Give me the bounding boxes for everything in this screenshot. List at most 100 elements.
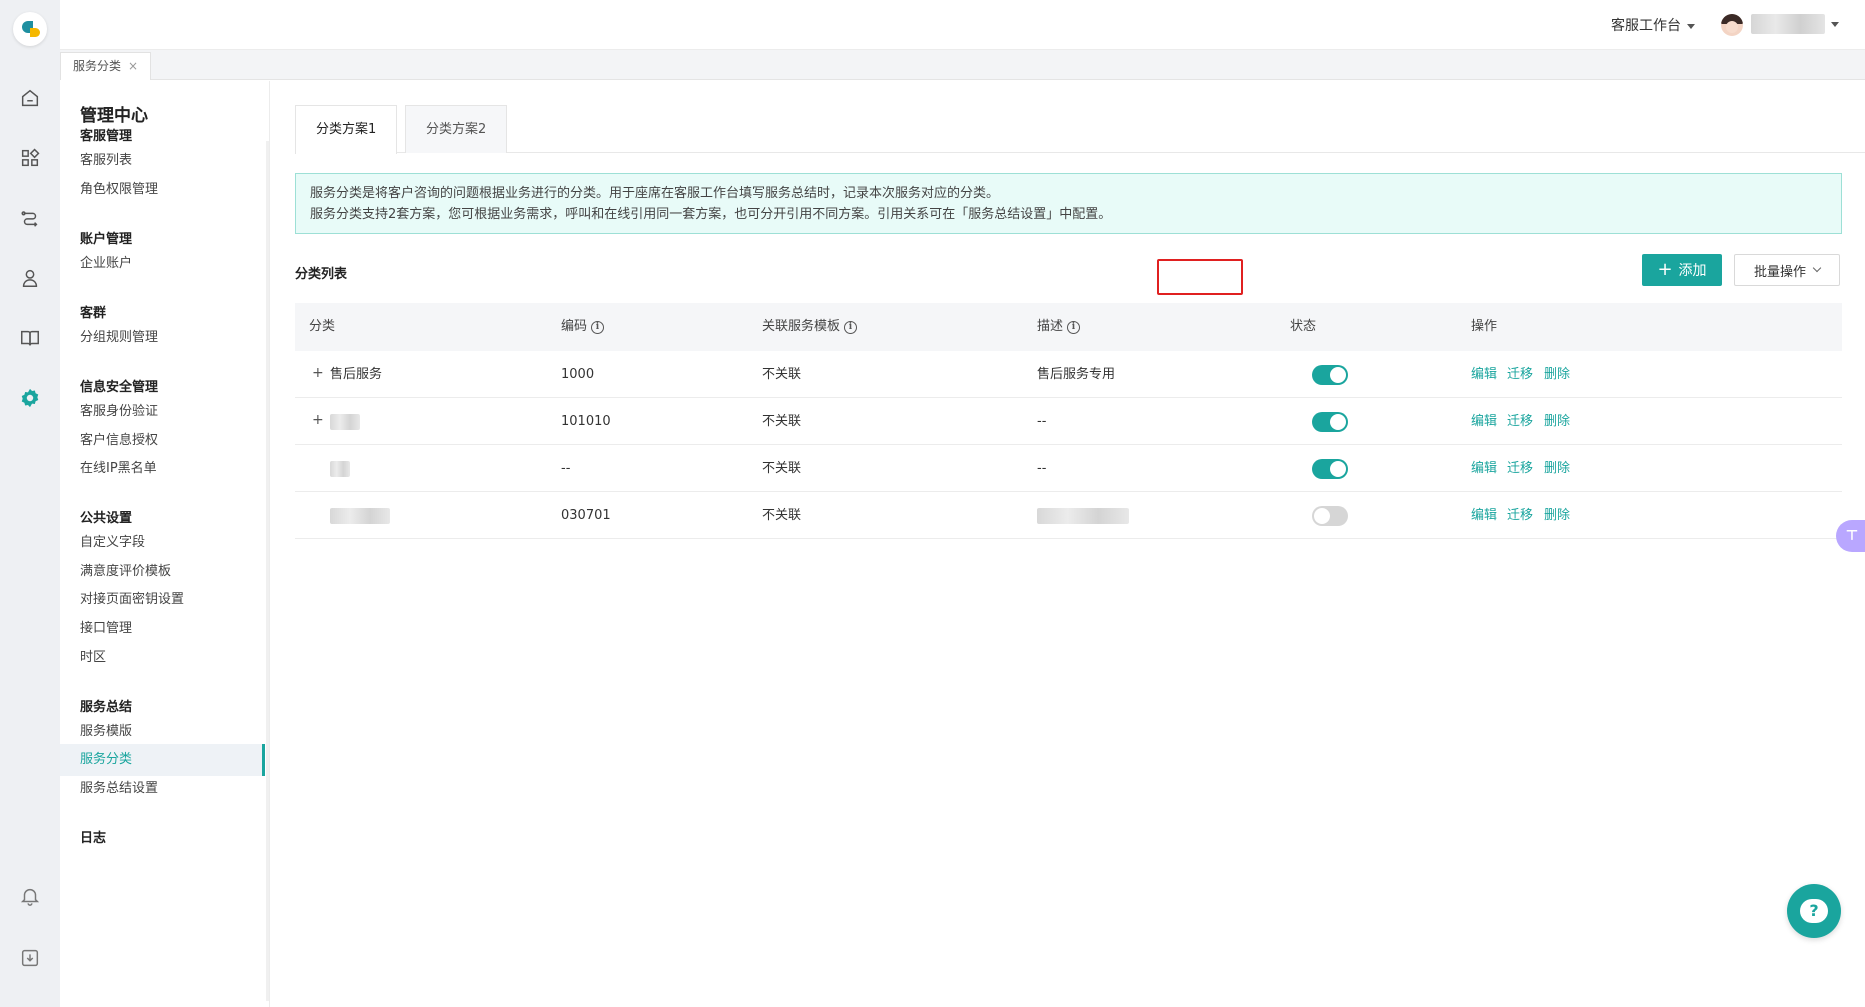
sidebar-group-label: 日志 (80, 831, 107, 846)
category-redacted (330, 461, 350, 477)
code-cell: 030701 (561, 508, 611, 523)
table-row: + 101010 不关联 -- 编辑 迁移 删除 (295, 398, 1842, 445)
route-icon[interactable] (18, 206, 42, 230)
sidebar-item-agent-verification[interactable]: 客服身份验证 (60, 396, 265, 428)
help-chat-icon: ? (1800, 899, 1828, 923)
sidebar-group-label: 客群 (80, 306, 107, 321)
plus-icon: + (1657, 259, 1673, 280)
table-row: + 售后服务 1000 不关联 售后服务专用 编辑 迁移 删除 (295, 351, 1842, 398)
template-cell: 不关联 (762, 414, 802, 429)
help-chat-button[interactable]: ? (1787, 884, 1841, 938)
column-header-template: 关联服务模板 i (762, 303, 858, 351)
close-icon[interactable]: × (128, 59, 138, 73)
scheme-tabs: 分类方案1 分类方案2 (295, 105, 1865, 154)
expand-icon[interactable]: + (312, 413, 324, 427)
delete-link[interactable]: 删除 (1544, 351, 1570, 398)
column-header-code: 编码 i (561, 303, 605, 351)
edit-link[interactable]: 编辑 (1471, 492, 1497, 539)
sidebar-item-agent-list[interactable]: 客服列表 (60, 145, 265, 177)
column-header-category: 分类 (309, 319, 336, 334)
table-row: -- 不关联 -- 编辑 迁移 删除 (295, 445, 1842, 492)
edit-link[interactable]: 编辑 (1471, 351, 1497, 398)
info-icon[interactable]: i (591, 320, 605, 334)
edit-link[interactable]: 编辑 (1471, 398, 1497, 445)
sidebar-item-summary-settings[interactable]: 服务总结设置 (60, 773, 265, 805)
table-row: 030701 不关联 编辑 迁移 删除 (295, 492, 1842, 539)
settings-icon[interactable] (18, 386, 42, 410)
home-icon[interactable] (18, 86, 42, 110)
chevron-down-icon (1812, 263, 1822, 273)
delete-link[interactable]: 删除 (1544, 492, 1570, 539)
description-redacted (1037, 508, 1129, 524)
sidebar-item-custom-fields[interactable]: 自定义字段 (60, 527, 265, 559)
delete-link[interactable]: 删除 (1544, 445, 1570, 492)
template-cell: 不关联 (762, 461, 802, 476)
sidebar-scrollbar[interactable] (266, 141, 269, 1001)
code-cell: -- (561, 461, 571, 476)
sidebar-item-page-key-settings[interactable]: 对接页面密钥设置 (60, 584, 265, 616)
users-icon[interactable] (18, 266, 42, 290)
tab-scheme-1[interactable]: 分类方案1 (295, 105, 398, 154)
sidebar-item-ip-blacklist[interactable]: 在线IP黑名单 (60, 453, 265, 485)
column-header-status: 状态 (1290, 319, 1317, 334)
sidebar-item-enterprise-account[interactable]: 企业账户 (60, 248, 265, 280)
category-cell: 售后服务 (330, 367, 383, 382)
side-tool-handle[interactable]: ⊤ (1836, 520, 1865, 552)
bell-icon[interactable] (18, 884, 42, 908)
sidebar-item-timezone[interactable]: 时区 (60, 642, 265, 674)
description-cell: 售后服务专用 (1037, 367, 1116, 382)
move-link[interactable]: 迁移 (1507, 445, 1533, 492)
app-logo[interactable] (13, 12, 47, 46)
open-tab-service-category[interactable]: 服务分类 × (60, 52, 152, 80)
main-content: 分类方案1 分类方案2 服务分类是将客户咨询的问题根据业务进行的分类。用于座席在… (271, 81, 1865, 1007)
expand-icon[interactable]: + (312, 366, 324, 380)
delete-link[interactable]: 删除 (1544, 398, 1570, 445)
sidebar-item-service-category[interactable]: 服务分类 (60, 744, 265, 776)
workspace-label: 客服工作台 (1611, 18, 1681, 34)
move-link[interactable]: 迁移 (1507, 398, 1533, 445)
status-toggle[interactable] (1312, 459, 1348, 479)
move-link[interactable]: 迁移 (1507, 351, 1533, 398)
tab-scheme-2[interactable]: 分类方案2 (405, 105, 508, 153)
caret-down-icon (1687, 23, 1695, 29)
notice-line-2: 服务分类支持2套方案，您可根据业务需求，呼叫和在线引用同一套方案，也可分开引用不… (310, 207, 1112, 222)
workspace-switcher[interactable]: 客服工作台 (1611, 15, 1695, 35)
edit-link[interactable]: 编辑 (1471, 445, 1497, 492)
status-toggle[interactable] (1312, 365, 1348, 385)
description-cell: -- (1037, 414, 1047, 429)
info-notice: 服务分类是将客户咨询的问题根据业务进行的分类。用于座席在客服工作台填写服务总结时… (295, 173, 1842, 234)
book-icon[interactable] (18, 326, 42, 350)
sidebar-group-label: 服务总结 (80, 700, 133, 715)
sidebar-title: 管理中心 (80, 106, 148, 126)
tool-icon: ⊤ (1845, 528, 1859, 544)
avatar[interactable] (1721, 14, 1743, 36)
add-button[interactable]: + 添加 (1642, 254, 1722, 286)
status-toggle[interactable] (1312, 412, 1348, 432)
description-cell: -- (1037, 461, 1047, 476)
batch-actions-dropdown[interactable]: 批量操作 (1734, 254, 1840, 286)
table-header: 分类 编码 i 关联服务模板 i 描述 i 状态 操作 (295, 303, 1842, 351)
highlight-box (1157, 259, 1243, 295)
user-menu-caret-icon[interactable] (1831, 22, 1839, 27)
code-cell: 101010 (561, 414, 611, 429)
category-redacted (330, 414, 360, 430)
download-icon[interactable] (18, 946, 42, 970)
info-icon[interactable]: i (1067, 320, 1081, 334)
sidebar-item-api-management[interactable]: 接口管理 (60, 613, 265, 645)
template-cell: 不关联 (762, 508, 802, 523)
sidebar-group-label: 公共设置 (80, 511, 133, 526)
sidebar-item-group-rules[interactable]: 分组规则管理 (60, 322, 265, 354)
notice-line-1: 服务分类是将客户咨询的问题根据业务进行的分类。用于座席在客服工作台填写服务总结时… (310, 186, 1000, 201)
status-toggle[interactable] (1312, 506, 1348, 526)
open-tabs-bar: 服务分类 × (60, 50, 1865, 80)
info-icon[interactable]: i (844, 320, 858, 334)
management-sidebar: 管理中心 客服管理 客服列表 角色权限管理 账户管理 企业账户 客群 分组规则管… (60, 81, 270, 1007)
apps-icon[interactable] (18, 146, 42, 170)
open-tab-label: 服务分类 (73, 59, 122, 73)
move-link[interactable]: 迁移 (1507, 492, 1533, 539)
username-redacted[interactable] (1751, 14, 1825, 34)
column-header-actions: 操作 (1471, 319, 1498, 334)
sidebar-item-role-permissions[interactable]: 角色权限管理 (60, 174, 265, 206)
column-header-description: 描述 i (1037, 303, 1081, 351)
category-redacted (330, 508, 390, 524)
